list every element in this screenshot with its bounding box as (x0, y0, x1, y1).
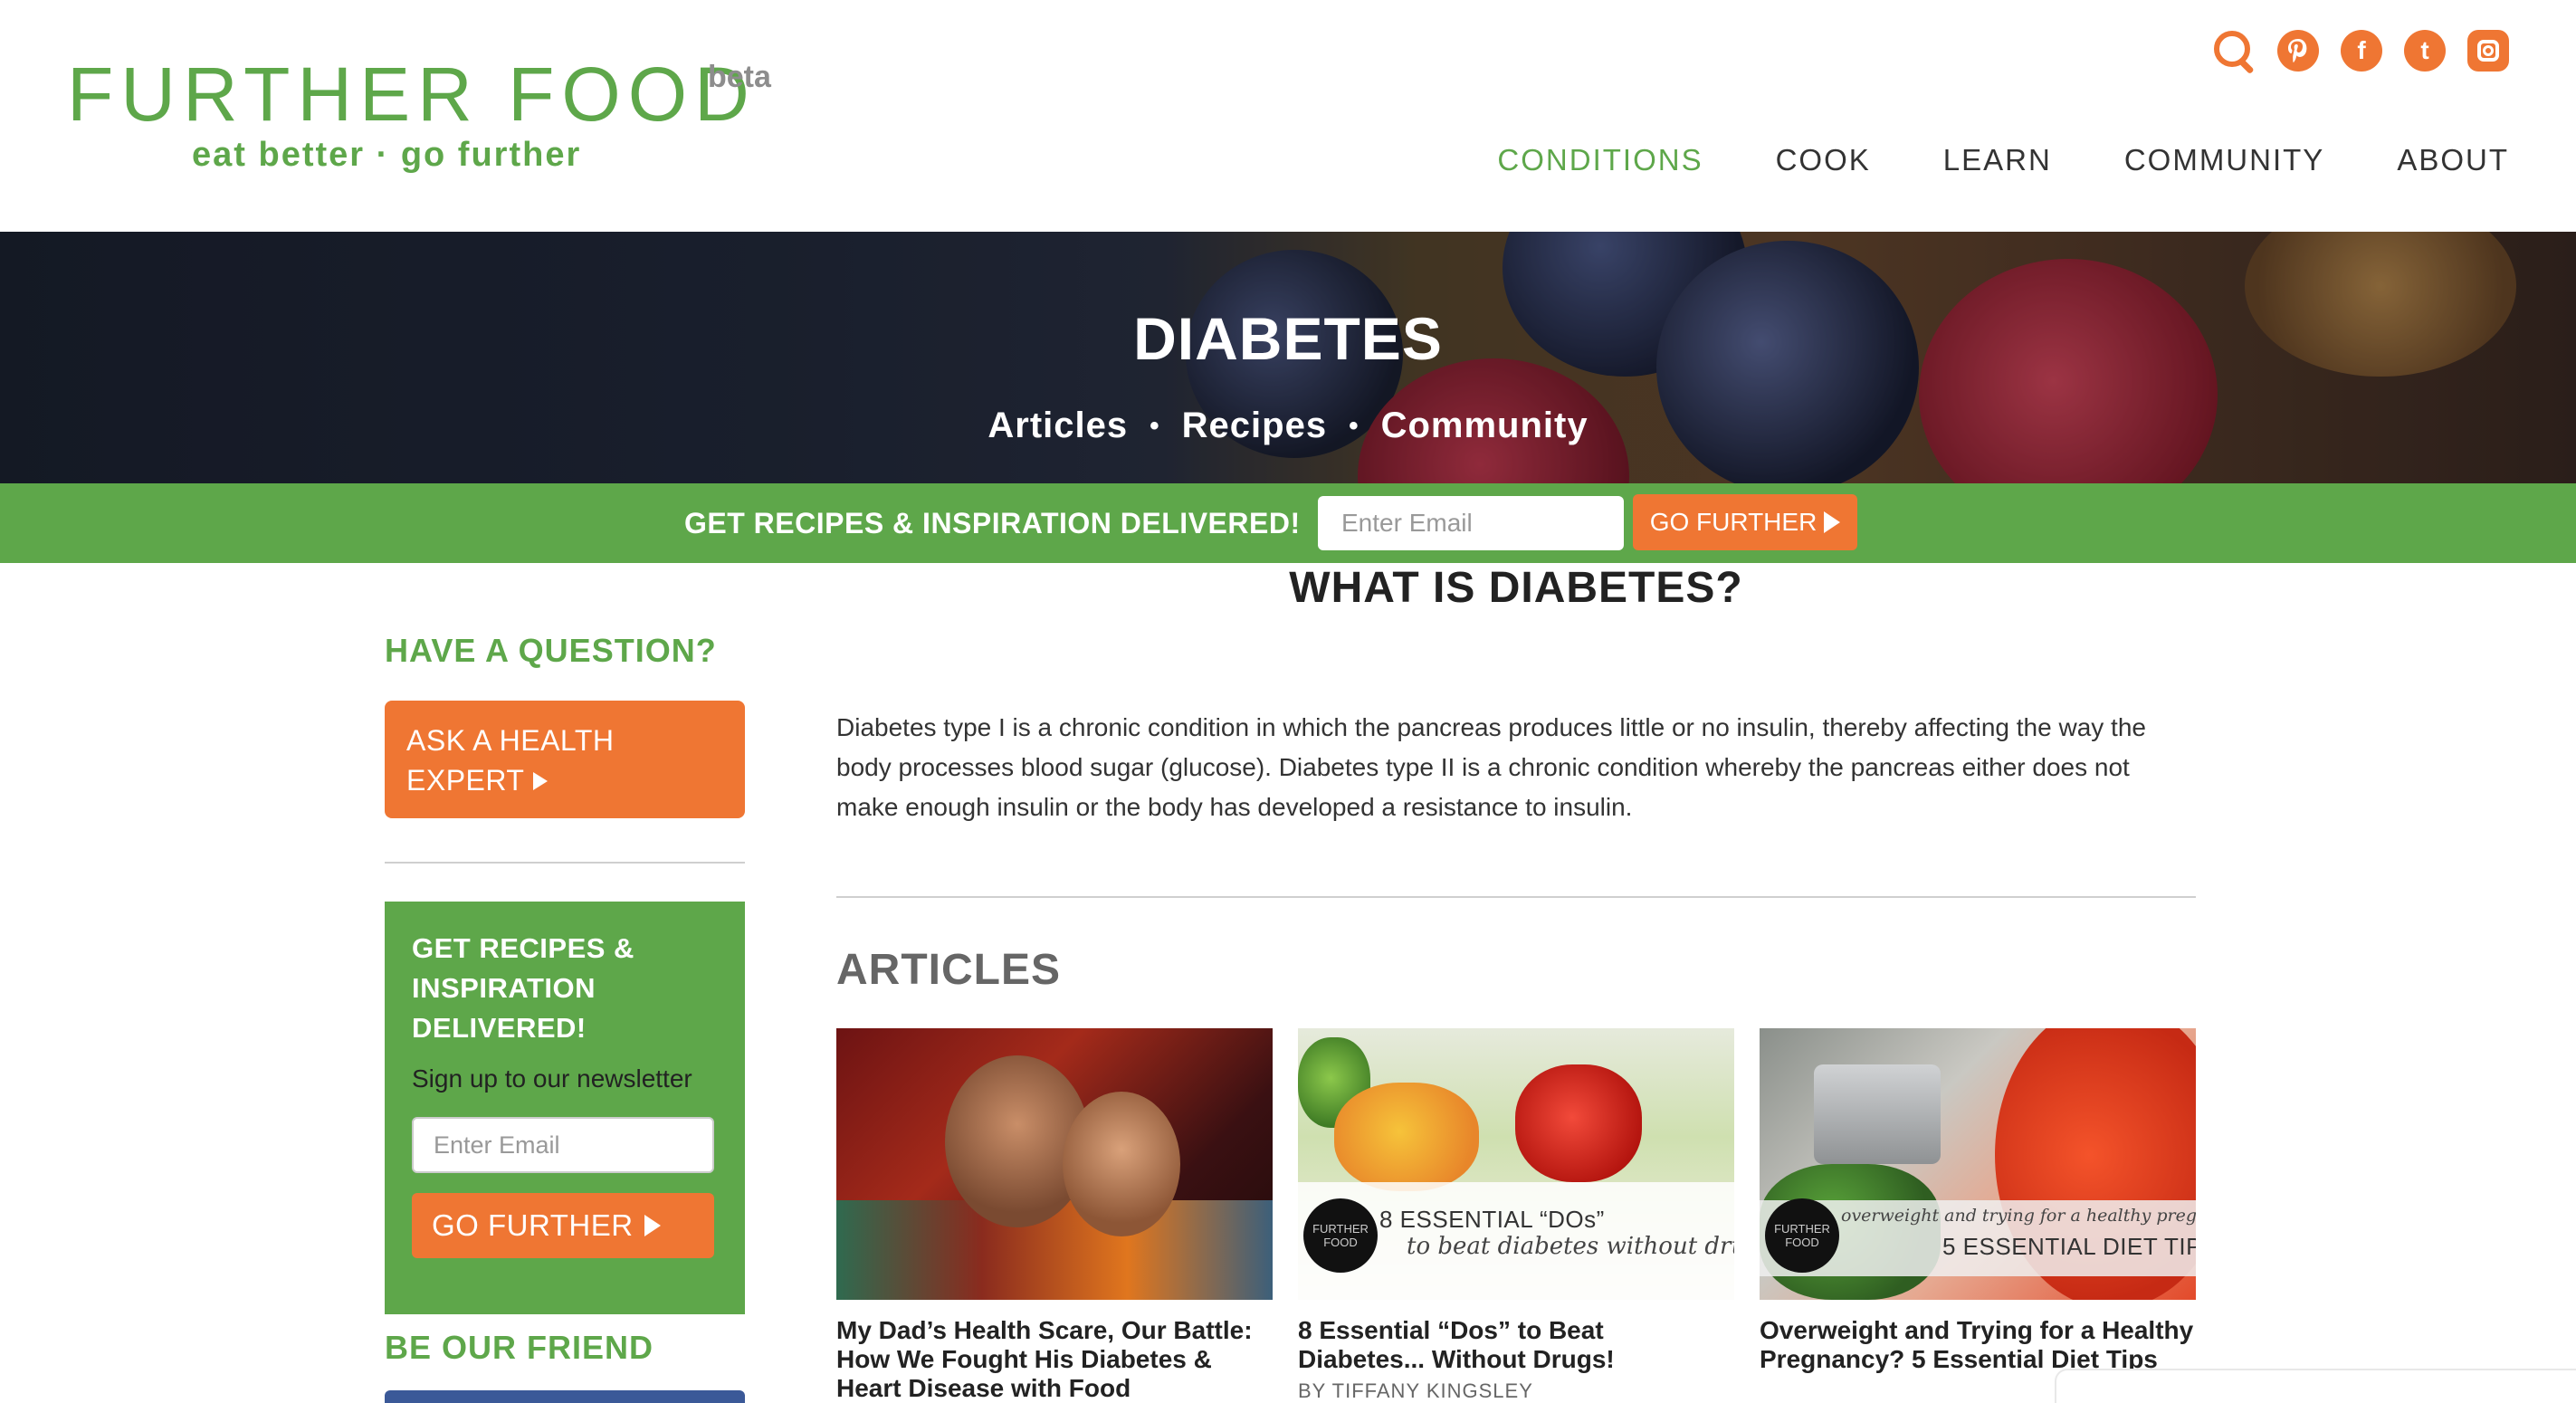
newsletter-box-submit-button[interactable]: GO FURTHER (412, 1193, 714, 1258)
article-title[interactable]: 8 Essential “Dos” to Beat Diabetes... Wi… (1298, 1316, 1734, 1374)
newsletter-title-line: GET RECIPES & (412, 932, 634, 964)
newsletter-bar: GET RECIPES & INSPIRATION DELIVERED! GO … (0, 483, 2576, 563)
newsletter-box-subtitle: Sign up to our newsletter (412, 1064, 692, 1093)
newsletter-bar-email-input[interactable] (1318, 496, 1624, 550)
thumbnail-caption: overweight and trying for a healthy preg… (1841, 1206, 2196, 1226)
main-nav: CONDITIONS COOK LEARN COMMUNITY ABOUT (1497, 143, 2509, 177)
newsletter-bar-submit-button[interactable]: GO FURTHER (1633, 494, 1857, 550)
newsletter-title-line: INSPIRATION (412, 972, 596, 1004)
pinterest-icon[interactable] (2277, 30, 2319, 72)
logo-tagline: eat better · go further (192, 136, 582, 174)
newsletter-title-line: DELIVERED! (412, 1012, 587, 1044)
hero-link-community[interactable]: Community (1381, 406, 1589, 446)
hero-title: DIABETES (1133, 305, 1443, 372)
condition-description: Diabetes type I is a chronic condition i… (836, 713, 2146, 821)
friend-heading: BE OUR FRIEND (385, 1329, 654, 1366)
ask-expert-line2: EXPERT (406, 764, 525, 797)
separator-dot: • (1150, 410, 1160, 441)
thumbnail-caption: to beat diabetes without drugs (1407, 1233, 1734, 1260)
ask-expert-line1: ASK A HEALTH (406, 724, 615, 757)
article-thumbnail[interactable] (836, 1028, 1273, 1300)
social-links: f t (2212, 29, 2509, 72)
site-header: FURTHER FOOD beta eat better · go furthe… (0, 0, 2576, 232)
article-title[interactable]: My Dad’s Health Scare, Our Battle: How W… (836, 1316, 1273, 1403)
twitter-icon[interactable]: t (2404, 30, 2446, 72)
article-author: BY TIFFANY KINGSLEY (1298, 1379, 1533, 1402)
nav-conditions[interactable]: CONDITIONS (1497, 143, 1703, 177)
articles-heading: ARTICLES (836, 946, 1061, 994)
sidebar-divider (385, 862, 745, 864)
hero-links: Articles • Recipes • Community (0, 406, 2576, 446)
nav-community[interactable]: COMMUNITY (2124, 143, 2324, 177)
section-title: WHAT IS DIABETES? (1289, 564, 1743, 612)
newsletter-bar-submit-label: GO FURTHER (1649, 508, 1818, 536)
nav-about[interactable]: ABOUT (2397, 143, 2509, 177)
instagram-icon[interactable] (2467, 30, 2509, 72)
article-card[interactable]: FURTHER FOOD overweight and trying for a… (1760, 1028, 2196, 1374)
newsletter-box-email-input[interactable] (412, 1117, 714, 1173)
logo[interactable]: FURTHER FOOD beta eat better · go furthe… (67, 52, 771, 174)
article-title[interactable]: Overweight and Trying for a Healthy Preg… (1760, 1316, 2196, 1374)
thumbnail-caption: 8 ESSENTIAL “DOs” (1379, 1206, 1605, 1233)
hero-banner: DIABETES Articles • Recipes • Community (0, 232, 2576, 483)
question-heading: HAVE A QUESTION? (385, 632, 717, 669)
article-thumbnail[interactable]: FURTHER FOOD overweight and trying for a… (1760, 1028, 2196, 1300)
play-arrow-icon (533, 772, 549, 790)
article-thumbnail[interactable]: FURTHER FOOD 8 ESSENTIAL “DOs” to beat d… (1298, 1028, 1734, 1300)
ask-expert-button[interactable]: ASK A HEALTH EXPERT (385, 701, 745, 818)
thumbnail-shape (1814, 1064, 1941, 1164)
thumbnail-caption: 5 ESSENTIAL DIET TIPS (1942, 1233, 2196, 1260)
play-arrow-icon (644, 1215, 661, 1236)
newsletter-box-submit-label: GO FURTHER (432, 1208, 634, 1242)
play-arrow-icon (1824, 511, 1841, 533)
newsletter-box: GET RECIPES & INSPIRATION DELIVERED! Sig… (385, 902, 745, 1314)
nav-cook[interactable]: COOK (1776, 143, 1871, 177)
floating-popup-edge[interactable] (2055, 1369, 2576, 1403)
further-food-badge: FURTHER FOOD (1303, 1198, 1378, 1273)
article-card[interactable]: FURTHER FOOD 8 ESSENTIAL “DOs” to beat d… (1298, 1028, 1734, 1403)
facebook-icon[interactable]: f (2341, 30, 2382, 72)
article-card[interactable]: My Dad’s Health Scare, Our Battle: How W… (836, 1028, 1273, 1403)
newsletter-box-title: GET RECIPES & INSPIRATION DELIVERED! (412, 929, 718, 1048)
hero-link-articles[interactable]: Articles (987, 406, 1128, 446)
separator-dot: • (1349, 410, 1360, 441)
nav-learn[interactable]: LEARN (1943, 143, 2052, 177)
newsletter-bar-label: GET RECIPES & INSPIRATION DELIVERED! (684, 507, 1301, 539)
logo-title[interactable]: FURTHER FOOD (67, 52, 757, 136)
further-food-badge: FURTHER FOOD (1765, 1198, 1839, 1273)
hero-link-recipes[interactable]: Recipes (1182, 406, 1327, 446)
logo-beta-badge: beta (708, 60, 771, 94)
thumbnail-shape (1063, 1092, 1180, 1236)
thumbnail-shape (1334, 1083, 1479, 1191)
facebook-widget[interactable] (385, 1390, 745, 1403)
content-divider (836, 896, 2196, 898)
search-icon[interactable] (2212, 29, 2256, 72)
thumbnail-shape (1515, 1064, 1642, 1182)
